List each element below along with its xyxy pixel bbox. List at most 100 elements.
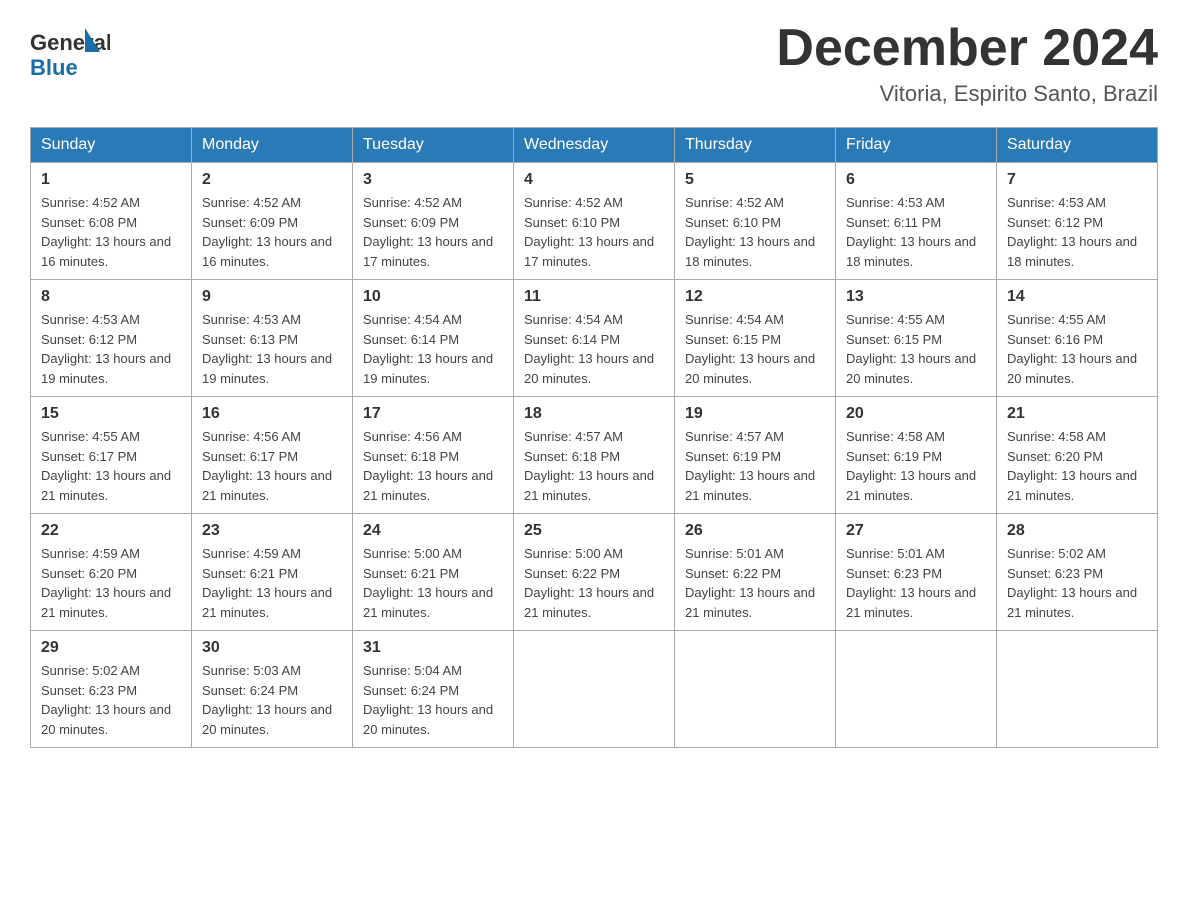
day-number: 9 bbox=[202, 288, 342, 306]
table-row bbox=[836, 631, 997, 748]
day-number: 14 bbox=[1007, 288, 1147, 306]
table-row: 31 Sunrise: 5:04 AM Sunset: 6:24 PM Dayl… bbox=[353, 631, 514, 748]
day-info: Sunrise: 4:53 AM Sunset: 6:12 PM Dayligh… bbox=[41, 310, 181, 388]
header-tuesday: Tuesday bbox=[353, 128, 514, 163]
location: Vitoria, Espirito Santo, Brazil bbox=[776, 81, 1158, 107]
table-row: 30 Sunrise: 5:03 AM Sunset: 6:24 PM Dayl… bbox=[192, 631, 353, 748]
day-info: Sunrise: 4:53 AM Sunset: 6:11 PM Dayligh… bbox=[846, 193, 986, 271]
day-info: Sunrise: 4:54 AM Sunset: 6:14 PM Dayligh… bbox=[524, 310, 664, 388]
table-row: 21 Sunrise: 4:58 AM Sunset: 6:20 PM Dayl… bbox=[997, 397, 1158, 514]
month-title: December 2024 bbox=[776, 20, 1158, 77]
header-friday: Friday bbox=[836, 128, 997, 163]
page-header: General Blue December 2024 Vitoria, Espi… bbox=[30, 20, 1158, 107]
day-number: 18 bbox=[524, 405, 664, 423]
day-info: Sunrise: 4:57 AM Sunset: 6:19 PM Dayligh… bbox=[685, 427, 825, 505]
calendar-week-row: 1 Sunrise: 4:52 AM Sunset: 6:08 PM Dayli… bbox=[31, 163, 1158, 280]
day-number: 19 bbox=[685, 405, 825, 423]
day-number: 10 bbox=[363, 288, 503, 306]
title-area: December 2024 Vitoria, Espirito Santo, B… bbox=[776, 20, 1158, 107]
day-number: 29 bbox=[41, 639, 181, 657]
day-number: 20 bbox=[846, 405, 986, 423]
table-row: 7 Sunrise: 4:53 AM Sunset: 6:12 PM Dayli… bbox=[997, 163, 1158, 280]
day-number: 3 bbox=[363, 171, 503, 189]
table-row: 17 Sunrise: 4:56 AM Sunset: 6:18 PM Dayl… bbox=[353, 397, 514, 514]
table-row: 11 Sunrise: 4:54 AM Sunset: 6:14 PM Dayl… bbox=[514, 280, 675, 397]
calendar-header-row: Sunday Monday Tuesday Wednesday Thursday… bbox=[31, 128, 1158, 163]
day-info: Sunrise: 4:52 AM Sunset: 6:10 PM Dayligh… bbox=[524, 193, 664, 271]
calendar-body: 1 Sunrise: 4:52 AM Sunset: 6:08 PM Dayli… bbox=[31, 163, 1158, 748]
day-number: 22 bbox=[41, 522, 181, 540]
day-number: 5 bbox=[685, 171, 825, 189]
table-row bbox=[997, 631, 1158, 748]
day-info: Sunrise: 4:56 AM Sunset: 6:17 PM Dayligh… bbox=[202, 427, 342, 505]
table-row: 27 Sunrise: 5:01 AM Sunset: 6:23 PM Dayl… bbox=[836, 514, 997, 631]
day-number: 1 bbox=[41, 171, 181, 189]
table-row: 29 Sunrise: 5:02 AM Sunset: 6:23 PM Dayl… bbox=[31, 631, 192, 748]
header-wednesday: Wednesday bbox=[514, 128, 675, 163]
calendar-week-row: 22 Sunrise: 4:59 AM Sunset: 6:20 PM Dayl… bbox=[31, 514, 1158, 631]
day-number: 16 bbox=[202, 405, 342, 423]
table-row: 25 Sunrise: 5:00 AM Sunset: 6:22 PM Dayl… bbox=[514, 514, 675, 631]
day-number: 26 bbox=[685, 522, 825, 540]
day-number: 27 bbox=[846, 522, 986, 540]
day-info: Sunrise: 4:53 AM Sunset: 6:12 PM Dayligh… bbox=[1007, 193, 1147, 271]
day-info: Sunrise: 4:55 AM Sunset: 6:16 PM Dayligh… bbox=[1007, 310, 1147, 388]
day-info: Sunrise: 5:01 AM Sunset: 6:23 PM Dayligh… bbox=[846, 544, 986, 622]
logo-icon: General Blue bbox=[30, 20, 110, 90]
day-info: Sunrise: 5:02 AM Sunset: 6:23 PM Dayligh… bbox=[41, 661, 181, 739]
header-monday: Monday bbox=[192, 128, 353, 163]
day-info: Sunrise: 4:52 AM Sunset: 6:08 PM Dayligh… bbox=[41, 193, 181, 271]
day-info: Sunrise: 4:59 AM Sunset: 6:21 PM Dayligh… bbox=[202, 544, 342, 622]
table-row: 2 Sunrise: 4:52 AM Sunset: 6:09 PM Dayli… bbox=[192, 163, 353, 280]
day-number: 15 bbox=[41, 405, 181, 423]
day-info: Sunrise: 4:52 AM Sunset: 6:10 PM Dayligh… bbox=[685, 193, 825, 271]
table-row: 16 Sunrise: 4:56 AM Sunset: 6:17 PM Dayl… bbox=[192, 397, 353, 514]
table-row bbox=[675, 631, 836, 748]
day-info: Sunrise: 5:00 AM Sunset: 6:22 PM Dayligh… bbox=[524, 544, 664, 622]
calendar-table: Sunday Monday Tuesday Wednesday Thursday… bbox=[30, 127, 1158, 748]
day-number: 31 bbox=[363, 639, 503, 657]
table-row: 12 Sunrise: 4:54 AM Sunset: 6:15 PM Dayl… bbox=[675, 280, 836, 397]
day-info: Sunrise: 4:52 AM Sunset: 6:09 PM Dayligh… bbox=[202, 193, 342, 271]
table-row: 19 Sunrise: 4:57 AM Sunset: 6:19 PM Dayl… bbox=[675, 397, 836, 514]
table-row: 24 Sunrise: 5:00 AM Sunset: 6:21 PM Dayl… bbox=[353, 514, 514, 631]
day-info: Sunrise: 4:58 AM Sunset: 6:19 PM Dayligh… bbox=[846, 427, 986, 505]
svg-text:Blue: Blue bbox=[30, 55, 78, 80]
day-number: 17 bbox=[363, 405, 503, 423]
table-row: 14 Sunrise: 4:55 AM Sunset: 6:16 PM Dayl… bbox=[997, 280, 1158, 397]
day-info: Sunrise: 4:55 AM Sunset: 6:15 PM Dayligh… bbox=[846, 310, 986, 388]
day-info: Sunrise: 5:03 AM Sunset: 6:24 PM Dayligh… bbox=[202, 661, 342, 739]
calendar-week-row: 15 Sunrise: 4:55 AM Sunset: 6:17 PM Dayl… bbox=[31, 397, 1158, 514]
day-info: Sunrise: 5:01 AM Sunset: 6:22 PM Dayligh… bbox=[685, 544, 825, 622]
day-info: Sunrise: 5:00 AM Sunset: 6:21 PM Dayligh… bbox=[363, 544, 503, 622]
table-row: 23 Sunrise: 4:59 AM Sunset: 6:21 PM Dayl… bbox=[192, 514, 353, 631]
header-thursday: Thursday bbox=[675, 128, 836, 163]
table-row: 3 Sunrise: 4:52 AM Sunset: 6:09 PM Dayli… bbox=[353, 163, 514, 280]
table-row: 4 Sunrise: 4:52 AM Sunset: 6:10 PM Dayli… bbox=[514, 163, 675, 280]
table-row: 20 Sunrise: 4:58 AM Sunset: 6:19 PM Dayl… bbox=[836, 397, 997, 514]
day-info: Sunrise: 5:02 AM Sunset: 6:23 PM Dayligh… bbox=[1007, 544, 1147, 622]
header-sunday: Sunday bbox=[31, 128, 192, 163]
table-row: 22 Sunrise: 4:59 AM Sunset: 6:20 PM Dayl… bbox=[31, 514, 192, 631]
day-number: 7 bbox=[1007, 171, 1147, 189]
day-number: 24 bbox=[363, 522, 503, 540]
table-row: 1 Sunrise: 4:52 AM Sunset: 6:08 PM Dayli… bbox=[31, 163, 192, 280]
table-row: 6 Sunrise: 4:53 AM Sunset: 6:11 PM Dayli… bbox=[836, 163, 997, 280]
table-row: 28 Sunrise: 5:02 AM Sunset: 6:23 PM Dayl… bbox=[997, 514, 1158, 631]
table-row: 26 Sunrise: 5:01 AM Sunset: 6:22 PM Dayl… bbox=[675, 514, 836, 631]
day-number: 30 bbox=[202, 639, 342, 657]
day-number: 2 bbox=[202, 171, 342, 189]
day-info: Sunrise: 4:53 AM Sunset: 6:13 PM Dayligh… bbox=[202, 310, 342, 388]
table-row: 9 Sunrise: 4:53 AM Sunset: 6:13 PM Dayli… bbox=[192, 280, 353, 397]
day-info: Sunrise: 5:04 AM Sunset: 6:24 PM Dayligh… bbox=[363, 661, 503, 739]
day-info: Sunrise: 4:55 AM Sunset: 6:17 PM Dayligh… bbox=[41, 427, 181, 505]
calendar-week-row: 8 Sunrise: 4:53 AM Sunset: 6:12 PM Dayli… bbox=[31, 280, 1158, 397]
day-number: 23 bbox=[202, 522, 342, 540]
day-number: 12 bbox=[685, 288, 825, 306]
table-row: 18 Sunrise: 4:57 AM Sunset: 6:18 PM Dayl… bbox=[514, 397, 675, 514]
table-row: 8 Sunrise: 4:53 AM Sunset: 6:12 PM Dayli… bbox=[31, 280, 192, 397]
header-saturday: Saturday bbox=[997, 128, 1158, 163]
day-number: 8 bbox=[41, 288, 181, 306]
day-info: Sunrise: 4:58 AM Sunset: 6:20 PM Dayligh… bbox=[1007, 427, 1147, 505]
table-row bbox=[514, 631, 675, 748]
